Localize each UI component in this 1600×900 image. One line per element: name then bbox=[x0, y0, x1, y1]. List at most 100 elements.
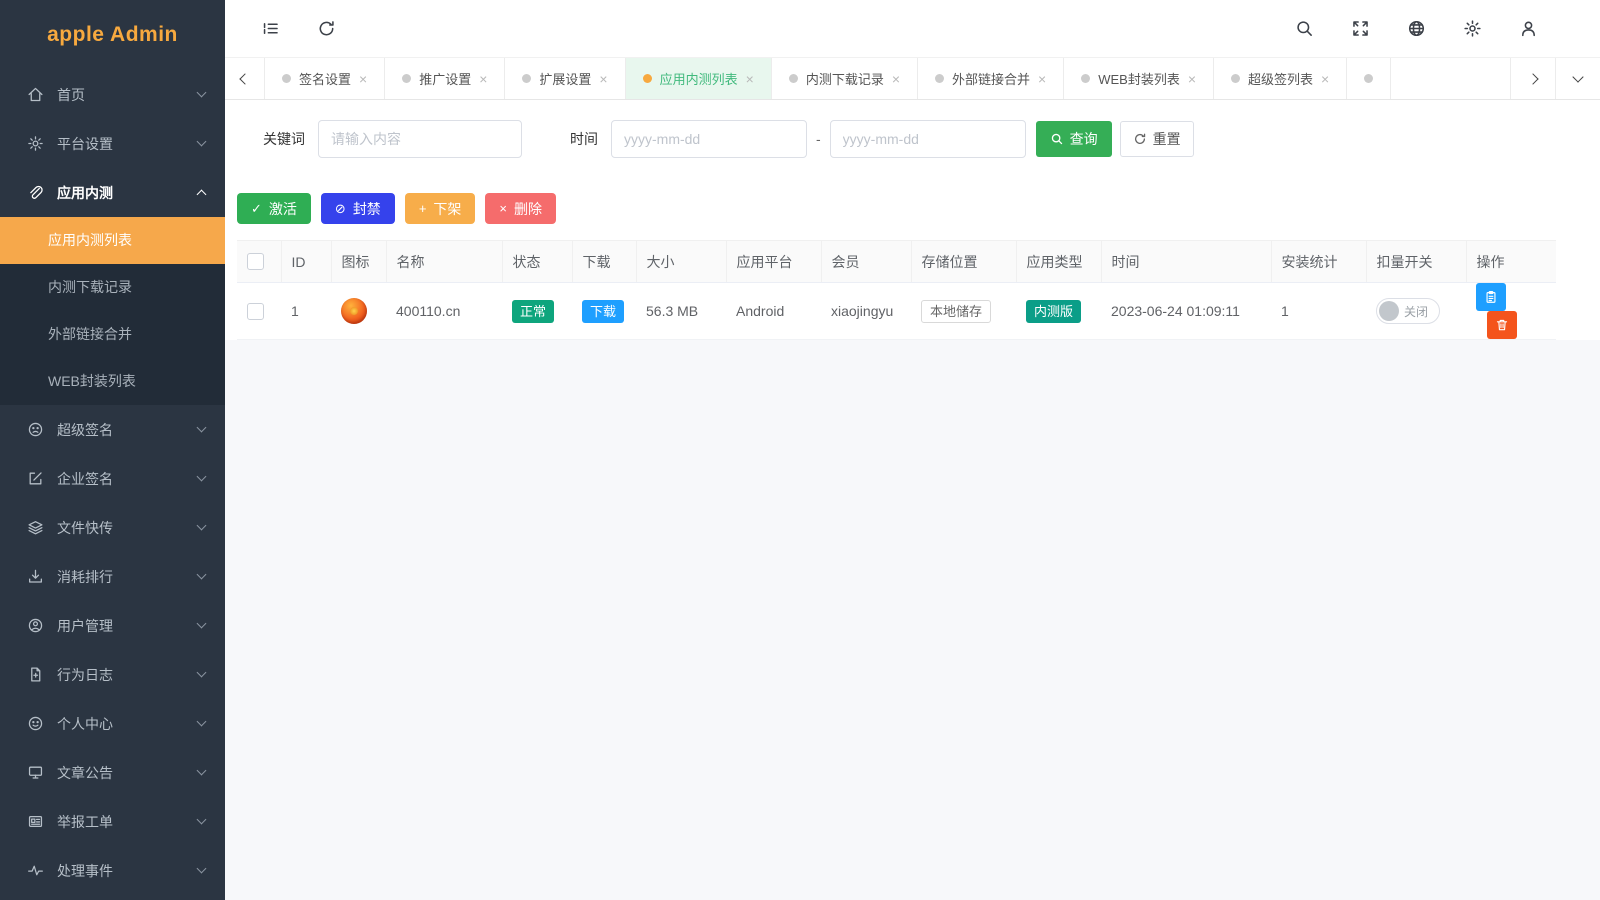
bulk-actions: ✓ 激活 ⊘ 封禁 + 下架 × 删除 bbox=[237, 193, 1556, 224]
report-card-icon bbox=[27, 813, 44, 830]
content-area: 关键词 时间 - 查询 重置 bbox=[225, 100, 1600, 900]
tab-dot-icon bbox=[1364, 74, 1373, 83]
close-icon[interactable]: × bbox=[479, 71, 487, 87]
tab-dot-icon bbox=[1081, 74, 1090, 83]
collapse-menu-icon[interactable] bbox=[260, 19, 280, 39]
table-header-row: ID 图标 名称 状态 下载 大小 应用平台 会员 存储位置 应用类型 时间 安… bbox=[237, 241, 1556, 283]
edit-button[interactable] bbox=[1476, 283, 1506, 311]
topbar-right bbox=[1294, 19, 1538, 39]
sidebar-item-enterprise-sign[interactable]: 企业签名 bbox=[0, 454, 225, 503]
app-logo: apple Admin bbox=[0, 0, 225, 70]
tab-extension-settings[interactable]: 扩展设置 × bbox=[505, 58, 625, 99]
submenu-item-download-records[interactable]: 内测下载记录 bbox=[0, 264, 225, 311]
date-start-input[interactable] bbox=[611, 120, 807, 158]
sidebar-item-report-tickets[interactable]: 举报工单 bbox=[0, 797, 225, 846]
sidebar-item-label: 应用内测 bbox=[57, 183, 198, 203]
app-type-badge: 内测版 bbox=[1026, 300, 1081, 323]
sidebar-item-article-announcements[interactable]: 文章公告 bbox=[0, 748, 225, 797]
close-icon[interactable]: × bbox=[1321, 71, 1329, 87]
submenu-item-beta-list[interactable]: 应用内测列表 bbox=[0, 217, 225, 264]
content-panel: 关键词 时间 - 查询 重置 bbox=[225, 100, 1600, 340]
activate-button[interactable]: ✓ 激活 bbox=[237, 193, 311, 224]
close-icon[interactable]: × bbox=[1038, 71, 1046, 87]
sidebar-item-app-beta[interactable]: 应用内测 bbox=[0, 168, 225, 217]
tab-truncated[interactable] bbox=[1347, 58, 1391, 99]
close-icon: × bbox=[499, 201, 507, 216]
tab-external-link-merge[interactable]: 外部链接合并 × bbox=[918, 58, 1064, 99]
sidebar-item-home[interactable]: 首页 bbox=[0, 70, 225, 119]
keyword-input[interactable] bbox=[318, 120, 522, 158]
app-root: apple Admin 首页 平台设置 应用内测 应用内测列表 内测下载记录 外… bbox=[0, 0, 1600, 900]
download-badge[interactable]: 下载 bbox=[582, 300, 624, 323]
user-icon[interactable] bbox=[1518, 19, 1538, 39]
toggle-label: 关闭 bbox=[1404, 303, 1428, 320]
smiley-icon bbox=[27, 715, 44, 732]
tabs-scroll-right-button[interactable] bbox=[1510, 58, 1555, 99]
tabs-scroll-left-button[interactable] bbox=[225, 58, 265, 99]
topbar-left bbox=[260, 19, 336, 39]
close-icon[interactable]: × bbox=[892, 71, 900, 87]
refresh-icon[interactable] bbox=[316, 19, 336, 39]
submenu-item-web-package-list[interactable]: WEB封装列表 bbox=[0, 358, 225, 405]
cell-member: xiaojingyu bbox=[821, 283, 911, 340]
sidebar-item-label: 首页 bbox=[57, 85, 198, 105]
chevron-down-icon bbox=[197, 815, 207, 825]
sidebar-item-file-transfer[interactable]: 文件快传 bbox=[0, 503, 225, 552]
column-header-download: 下载 bbox=[572, 241, 636, 283]
cell-name: 400110.cn bbox=[386, 283, 502, 340]
close-icon[interactable]: × bbox=[1188, 71, 1196, 87]
main-area: 签名设置 × 推广设置 × 扩展设置 × 应用内测列表 × bbox=[225, 0, 1600, 900]
row-checkbox[interactable] bbox=[247, 303, 264, 320]
close-icon[interactable]: × bbox=[359, 71, 367, 87]
date-range-separator: - bbox=[816, 131, 821, 147]
sidebar-item-label: 举报工单 bbox=[57, 812, 198, 832]
tab-beta-download-records[interactable]: 内测下载记录 × bbox=[772, 58, 918, 99]
tab-label: 签名设置 bbox=[299, 69, 351, 88]
tab-super-sign-list[interactable]: 超级签列表 × bbox=[1214, 58, 1347, 99]
sidebar-item-behavior-logs[interactable]: 行为日志 bbox=[0, 650, 225, 699]
sidebar-item-label: 个人中心 bbox=[57, 714, 198, 734]
date-end-input[interactable] bbox=[830, 120, 1026, 158]
select-all-checkbox[interactable] bbox=[247, 253, 264, 270]
deduction-toggle[interactable]: 关闭 bbox=[1376, 298, 1440, 324]
chevron-down-icon bbox=[197, 766, 207, 776]
ban-button[interactable]: ⊘ 封禁 bbox=[321, 193, 395, 224]
gear-icon[interactable] bbox=[1462, 19, 1482, 39]
tabs-dropdown-button[interactable] bbox=[1555, 58, 1600, 99]
chevron-down-icon bbox=[197, 668, 207, 678]
delete-button[interactable]: × 删除 bbox=[485, 193, 556, 224]
submenu-item-external-links[interactable]: 外部链接合并 bbox=[0, 311, 225, 358]
sidebar-item-user-management[interactable]: 用户管理 bbox=[0, 601, 225, 650]
trash-button[interactable] bbox=[1487, 311, 1517, 339]
sidebar-item-consumption-ranking[interactable]: 消耗排行 bbox=[0, 552, 225, 601]
user-circle-icon bbox=[27, 617, 44, 634]
layers-icon bbox=[27, 519, 44, 536]
close-icon[interactable]: × bbox=[746, 71, 754, 87]
reset-button[interactable]: 重置 bbox=[1120, 121, 1194, 157]
tab-label: 推广设置 bbox=[419, 69, 471, 88]
refresh-icon bbox=[1133, 132, 1147, 146]
close-icon[interactable]: × bbox=[599, 71, 607, 87]
tab-web-package-list[interactable]: WEB封装列表 × bbox=[1064, 58, 1214, 99]
search-icon[interactable] bbox=[1294, 19, 1314, 39]
sidebar-item-handle-events[interactable]: 处理事件 bbox=[0, 846, 225, 895]
tab-label: 扩展设置 bbox=[539, 69, 591, 88]
search-button[interactable]: 查询 bbox=[1036, 121, 1112, 157]
sidebar-item-label: 行为日志 bbox=[57, 665, 198, 685]
chevron-down-icon bbox=[197, 472, 207, 482]
filter-row: 关键词 时间 - 查询 重置 bbox=[263, 120, 1556, 158]
sidebar-item-personal-center[interactable]: 个人中心 bbox=[0, 699, 225, 748]
search-icon bbox=[1050, 132, 1064, 146]
unpublish-button[interactable]: + 下架 bbox=[405, 193, 476, 224]
toggle-knob bbox=[1379, 301, 1399, 321]
tab-sign-settings[interactable]: 签名设置 × bbox=[265, 58, 385, 99]
fullscreen-icon[interactable] bbox=[1350, 19, 1370, 39]
sidebar-item-platform-settings[interactable]: 平台设置 bbox=[0, 119, 225, 168]
tab-app-beta-list[interactable]: 应用内测列表 × bbox=[626, 58, 772, 99]
check-icon: ✓ bbox=[251, 201, 262, 217]
globe-icon[interactable] bbox=[1406, 19, 1426, 39]
sidebar-item-super-sign[interactable]: 超级签名 bbox=[0, 405, 225, 454]
tab-promotion-settings[interactable]: 推广设置 × bbox=[385, 58, 505, 99]
plus-icon: + bbox=[419, 201, 427, 216]
storage-tag: 本地储存 bbox=[921, 300, 991, 323]
